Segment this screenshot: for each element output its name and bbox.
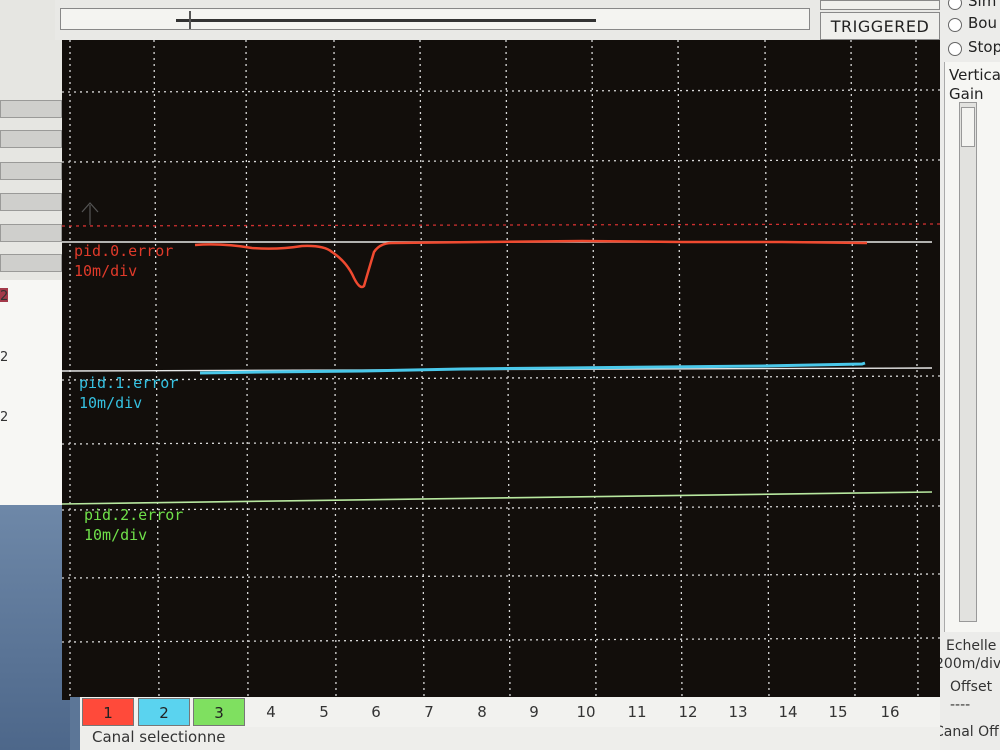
channel-8[interactable]: 8 [456,697,508,727]
vertical-panel: Vertica Gain [944,62,1000,632]
channel-11[interactable]: 11 [611,697,663,727]
scope-svg [62,40,940,700]
trace-3-line [62,491,933,505]
offset-label: Offset [950,679,993,695]
radio-single-label: Sim [968,0,997,10]
right-panel: Sim Bou Stop Vertica Gain Echelle 200m/d… [934,0,1000,750]
vertical-label: Vertica [949,66,1000,84]
control-slider-3[interactable] [0,162,62,180]
channel-5[interactable]: 5 [298,697,350,727]
channel-selector: 1 2 3 4 5 6 7 8 9 10 11 12 13 14 15 16 [80,697,940,727]
trace-1-label: pid.0.error 10m/div [74,241,173,281]
channel-button-2[interactable]: 2 [138,698,190,726]
channel-button-3[interactable]: 3 [193,698,245,726]
radio-bounce[interactable] [948,18,962,32]
channel-6[interactable]: 6 [350,697,402,727]
channel-16[interactable]: 16 [864,697,916,727]
control-slider-6[interactable] [0,254,62,272]
trace-3-scale: 10m/div [84,526,148,544]
channel-15[interactable]: 15 [812,697,864,727]
trace-3-label: pid.2.error 10m/div [84,505,183,545]
left-value-1: 2 [0,289,9,304]
status-bar: Canal selectionne [80,727,940,750]
channel-button-1[interactable]: 1 [82,698,134,726]
selected-channel-text: Canal selectionne [92,728,226,746]
frequency-box [820,0,940,10]
channel-4[interactable]: 4 [245,697,297,727]
radio-single[interactable] [948,0,962,10]
scope-display[interactable]: pid.0.error 10m/div pid.1.error 10m/div … [62,40,940,700]
desktop-edge [70,697,80,750]
top-bar: TRIGGERED [55,0,940,40]
channel-12[interactable]: 12 [662,697,714,727]
trigger-status: TRIGGERED [820,12,940,40]
gain-slider-thumb[interactable] [961,107,975,147]
channel-list-area [0,280,62,505]
trigger-arrow-icon [81,202,99,225]
control-slider-2[interactable] [0,130,62,148]
scale-value: 200m/div [935,656,1000,672]
left-value-3: 2 [0,410,9,425]
radio-stop[interactable] [948,42,962,56]
desktop-background [0,505,70,750]
channel-13[interactable]: 13 [712,697,764,727]
gain-slider[interactable] [959,102,977,622]
trace-2-scale: 10m/div [79,394,143,412]
control-slider-5[interactable] [0,224,62,242]
canal-offset-label: Canal Off [934,724,999,740]
channel-10[interactable]: 10 [560,697,612,727]
channel-14[interactable]: 14 [762,697,814,727]
trace-2-label: pid.1.error 10m/div [79,373,178,413]
control-slider-4[interactable] [0,193,62,211]
time-scrollbar[interactable] [60,8,810,30]
trace-1-scale: 10m/div [74,262,138,280]
channel-7[interactable]: 7 [403,697,455,727]
scale-label: Echelle [946,638,997,654]
radio-stop-label: Stop [968,38,1000,56]
left-panel: 2 2 2 [0,0,70,750]
trace-2-name: pid.1.error [79,374,179,392]
trace-3-name: pid.2.error [84,506,184,524]
radio-bounce-label: Bou [968,14,997,32]
trigger-level-line [62,223,940,227]
left-value-2: 2 [0,350,9,365]
trace-1-name: pid.0.error [74,242,174,260]
channel-9[interactable]: 9 [508,697,560,727]
gain-label: Gain [949,85,984,103]
scrollbar-position[interactable] [189,11,191,29]
control-slider-1[interactable] [0,100,62,118]
offset-value: ---- [950,697,971,713]
scrollbar-track [176,19,596,22]
